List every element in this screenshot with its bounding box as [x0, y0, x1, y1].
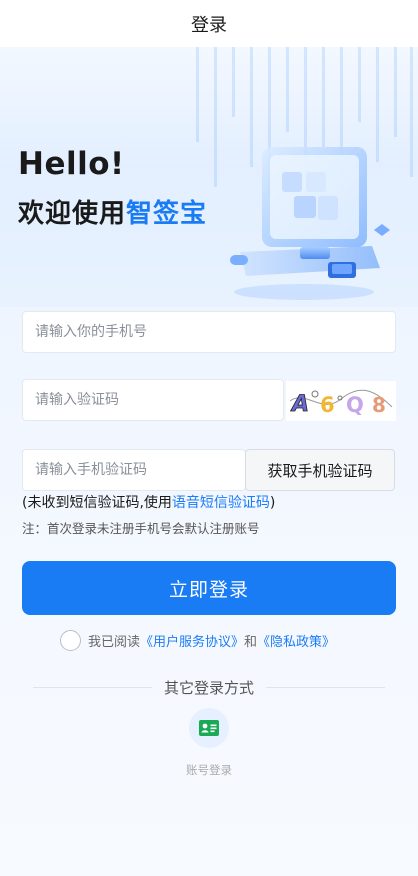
svg-text:A: A: [290, 392, 309, 417]
agreement-row: 我已阅读 《用户服务协议》 和 《隐私政策》: [60, 629, 335, 651]
login-button[interactable]: 立即登录: [22, 561, 396, 615]
divider-line-right: [266, 686, 386, 688]
svg-text:8: 8: [372, 393, 386, 417]
other-login-divider: 其它登录方式: [33, 676, 386, 698]
login-page: 登录 Hello! 欢迎使用智签宝 请输入你的手机号 请输入验证码 A 6 Q …: [0, 0, 418, 876]
page-title: 登录: [191, 14, 227, 36]
divider-line-left: [33, 686, 152, 688]
register-note: 注：首次登录未注册手机号会默认注册账号: [22, 521, 260, 536]
brand-name: 智签宝: [126, 199, 208, 229]
voice-hint-prefix: (未收到短信验证码,使用: [22, 495, 172, 511]
voice-code-link[interactable]: 语音短信验证码: [172, 495, 270, 511]
svg-text:Q: Q: [346, 393, 364, 417]
top-bar: 登录: [0, 0, 418, 47]
id-card-icon: [199, 720, 219, 736]
privacy-policy-link[interactable]: 《隐私政策》: [257, 631, 335, 650]
welcome-prefix: 欢迎使用: [18, 199, 127, 229]
welcome-text: 欢迎使用智签宝: [18, 193, 207, 230]
voice-code-hint: (未收到短信验证码,使用语音短信验证码): [22, 492, 275, 512]
captcha-image[interactable]: A 6 Q 8: [286, 381, 396, 421]
greeting-text: Hello!: [18, 146, 125, 182]
account-login-button[interactable]: [189, 708, 229, 748]
hero-banner: Hello! 欢迎使用智签宝: [0, 47, 418, 307]
svg-text:6: 6: [320, 393, 335, 417]
sms-code-input[interactable]: [22, 449, 246, 491]
user-agreement-link[interactable]: 《用户服务协议》: [140, 631, 244, 650]
agreement-and: 和: [244, 634, 258, 650]
account-login-label: 账号登录: [186, 763, 232, 777]
voice-hint-suffix: ): [269, 495, 276, 511]
agreement-checkbox[interactable]: [60, 629, 81, 651]
phone-input[interactable]: [22, 311, 396, 353]
account-login-option[interactable]: 账号登录: [180, 708, 238, 778]
agreement-prefix: 我已阅读: [88, 634, 141, 650]
other-login-title: 其它登录方式: [164, 678, 255, 697]
captcha-input[interactable]: [22, 379, 284, 421]
get-sms-code-button[interactable]: 获取手机验证码: [245, 449, 395, 491]
computer-illustration: [230, 147, 390, 300]
